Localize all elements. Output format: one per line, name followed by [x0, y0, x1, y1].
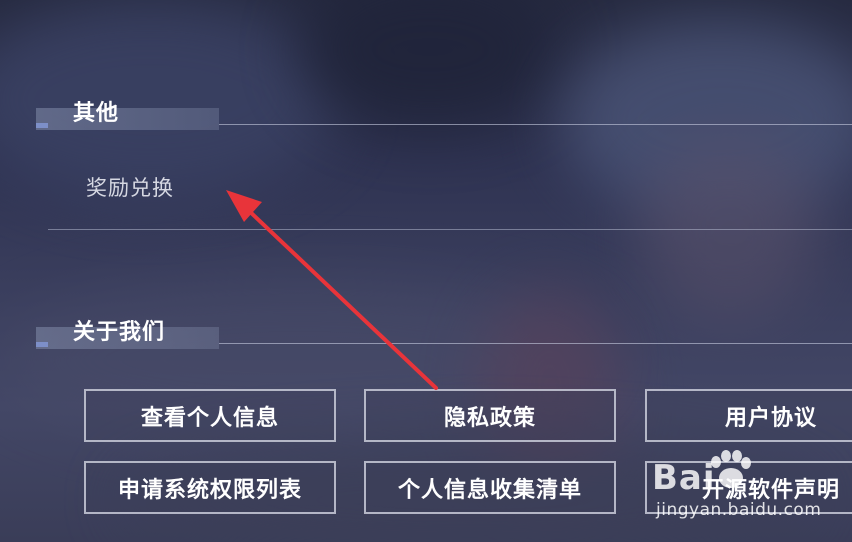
section-title-about: 关于我们: [73, 320, 166, 345]
section-title-background: [36, 108, 219, 130]
section-header-other: 其他: [36, 101, 852, 138]
section-header-about: 关于我们: [36, 320, 852, 357]
section-divider-line: [219, 124, 852, 125]
section-marker: [36, 123, 48, 128]
reward-redeem-item[interactable]: 奖励兑换: [86, 172, 174, 202]
background-blur: [640, 140, 820, 320]
section-divider-line: [219, 343, 852, 344]
view-personal-info-button[interactable]: 查看个人信息: [84, 389, 336, 442]
item-divider: [48, 229, 852, 230]
baidu-logo: Bai: [652, 458, 716, 498]
settings-screen: 其他 奖励兑换 关于我们 查看个人信息 隐私政策 用户协议 申请系统权限列表 个…: [0, 0, 852, 542]
system-permissions-list-button[interactable]: 申请系统权限列表: [84, 461, 336, 514]
baidu-watermark: Bai jingyan.baidu.com: [648, 450, 852, 530]
section-marker: [36, 342, 48, 347]
user-agreement-button[interactable]: 用户协议: [645, 389, 852, 442]
background-blur: [0, 0, 340, 200]
watermark-url: jingyan.baidu.com: [656, 500, 822, 520]
section-title-other: 其他: [73, 101, 120, 126]
personal-info-collection-list-button[interactable]: 个人信息收集清单: [364, 461, 616, 514]
privacy-policy-button[interactable]: 隐私政策: [364, 389, 616, 442]
